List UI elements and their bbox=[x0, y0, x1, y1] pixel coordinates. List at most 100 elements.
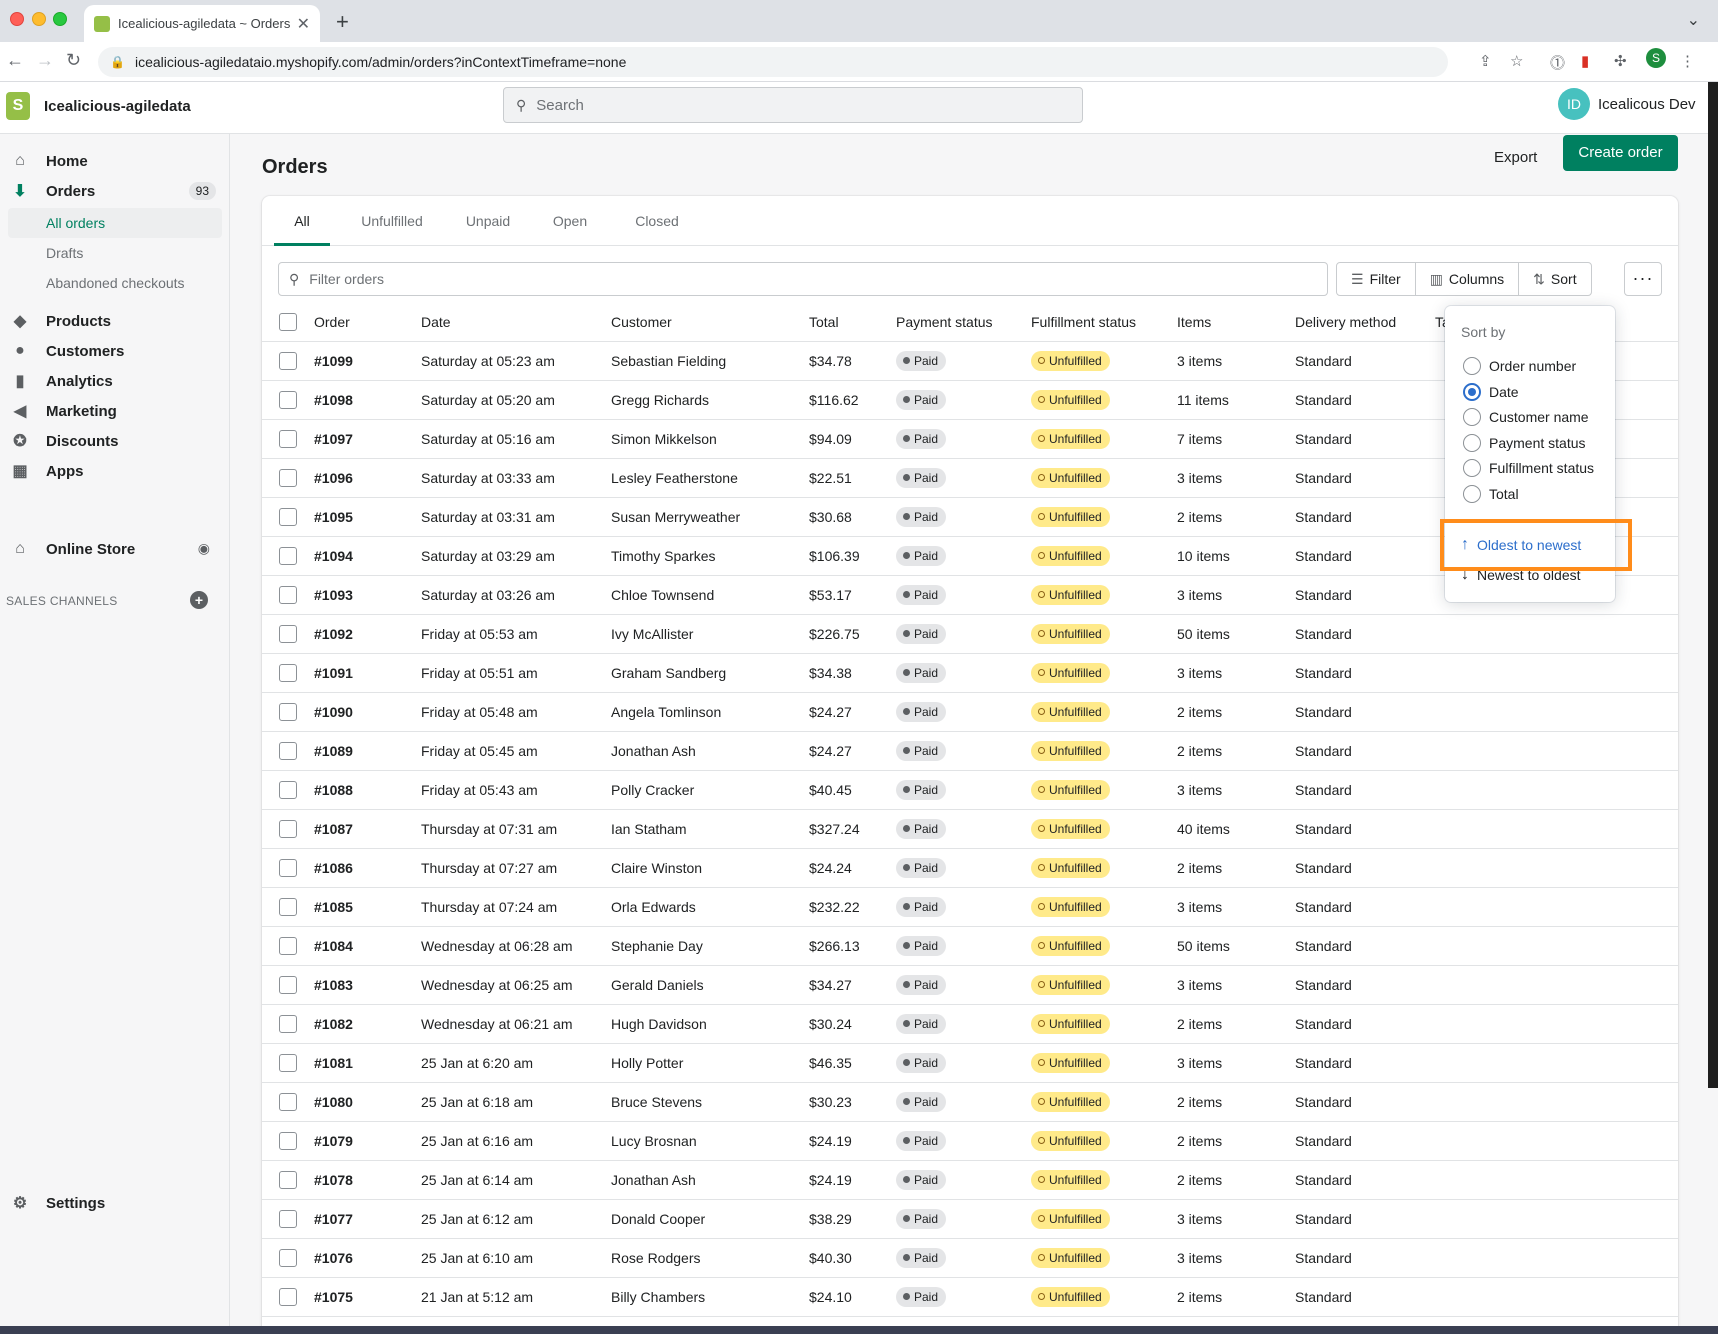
select-all-checkbox[interactable] bbox=[279, 313, 297, 331]
order-number[interactable]: #1078 bbox=[314, 1172, 353, 1188]
forward-arrow-icon[interactable]: → bbox=[36, 50, 54, 71]
url-field[interactable]: 🔒 icealicious-agiledataio.myshopify.com/… bbox=[98, 47, 1448, 77]
sort-option-label[interactable]: Payment status bbox=[1489, 435, 1586, 451]
back-arrow-icon[interactable]: ← bbox=[6, 50, 24, 71]
table-row[interactable]: #1091 Friday at 05:51 am Graham Sandberg $3… bbox=[262, 654, 1678, 693]
search-input[interactable]: ⚲ Search bbox=[503, 87, 1083, 123]
table-row[interactable]: #1075 21 Jan at 5:12 am Billy Chambers $24.… bbox=[262, 1278, 1678, 1317]
row-checkbox[interactable] bbox=[279, 586, 297, 604]
row-checkbox[interactable] bbox=[279, 547, 297, 565]
header-order[interactable]: Order bbox=[314, 314, 350, 330]
header-fulfillment-status[interactable]: Fulfillment status bbox=[1031, 314, 1136, 330]
sort-radio-payment-status[interactable] bbox=[1463, 433, 1481, 452]
password-extension-icon[interactable]: ⓵ bbox=[1550, 52, 1565, 73]
sort-radio-customer-name[interactable] bbox=[1463, 408, 1481, 426]
close-window-button[interactable] bbox=[10, 12, 24, 26]
bookmark-star-icon[interactable]: ☆ bbox=[1510, 52, 1523, 70]
row-checkbox[interactable] bbox=[279, 1015, 297, 1033]
order-number[interactable]: #1088 bbox=[314, 782, 353, 798]
order-number[interactable]: #1096 bbox=[314, 470, 353, 486]
tab-unfulfilled[interactable]: Unfulfilled bbox=[342, 196, 442, 246]
tab-all[interactable]: All bbox=[274, 196, 330, 246]
row-checkbox[interactable] bbox=[279, 508, 297, 526]
sort-radio-fulfillment-status[interactable] bbox=[1463, 459, 1481, 477]
order-number[interactable]: #1099 bbox=[314, 353, 353, 369]
table-row[interactable]: #1082 Wednesday at 06:21 am Hugh Davidson $… bbox=[262, 1005, 1678, 1044]
order-number[interactable]: #1090 bbox=[314, 704, 353, 720]
table-row[interactable]: #1084 Wednesday at 06:28 am Stephanie Day $… bbox=[262, 927, 1678, 966]
row-checkbox[interactable] bbox=[279, 391, 297, 409]
table-row[interactable]: #1090 Friday at 05:48 am Angela Tomlinson $… bbox=[262, 693, 1678, 732]
sidebar-item-apps[interactable]: ▦ Apps bbox=[0, 456, 230, 486]
sidebar-item-drafts[interactable]: Drafts bbox=[0, 238, 222, 268]
table-row[interactable]: #1083 Wednesday at 06:25 am Gerald Daniels… bbox=[262, 966, 1678, 1005]
sidebar-item-orders[interactable]: ⬇ Orders 93 bbox=[0, 176, 230, 206]
kebab-menu-icon[interactable]: ⋮ bbox=[1680, 52, 1695, 70]
export-button[interactable]: Export bbox=[1480, 140, 1551, 176]
filter-orders-input[interactable]: ⚲ Filter orders bbox=[278, 262, 1328, 296]
sidebar-item-all-orders[interactable]: All orders bbox=[8, 208, 222, 238]
extension-icon[interactable]: ▮ bbox=[1581, 52, 1589, 70]
table-row[interactable]: #1076 25 Jan at 6:10 am Rose Rodgers $40.30… bbox=[262, 1239, 1678, 1278]
order-number[interactable]: #1098 bbox=[314, 392, 353, 408]
row-checkbox[interactable] bbox=[279, 937, 297, 955]
row-checkbox[interactable] bbox=[279, 742, 297, 760]
order-number[interactable]: #1091 bbox=[314, 665, 353, 681]
sort-radio-date[interactable] bbox=[1463, 382, 1481, 401]
row-checkbox[interactable] bbox=[279, 976, 297, 994]
row-checkbox[interactable] bbox=[279, 1249, 297, 1267]
close-icon[interactable]: ✕ bbox=[297, 14, 310, 34]
table-row[interactable]: #1079 25 Jan at 6:16 am Lucy Brosnan $24.19… bbox=[262, 1122, 1678, 1161]
sidebar-item-settings[interactable]: ⚙ Settings bbox=[0, 1188, 230, 1218]
row-checkbox[interactable] bbox=[279, 664, 297, 682]
header-customer[interactable]: Customer bbox=[611, 314, 672, 330]
columns-button[interactable]: ▥ Columns bbox=[1416, 263, 1520, 295]
row-checkbox[interactable] bbox=[279, 352, 297, 370]
row-checkbox[interactable] bbox=[279, 1210, 297, 1228]
order-number[interactable]: #1077 bbox=[314, 1211, 353, 1227]
order-number[interactable]: #1089 bbox=[314, 743, 353, 759]
row-checkbox[interactable] bbox=[279, 1132, 297, 1150]
create-order-button[interactable]: Create order bbox=[1563, 135, 1678, 171]
header-items[interactable]: Items bbox=[1177, 314, 1211, 330]
add-channel-plus-icon[interactable]: + bbox=[190, 591, 208, 609]
share-icon[interactable]: ⇪ bbox=[1479, 52, 1492, 70]
order-number[interactable]: #1083 bbox=[314, 977, 353, 993]
table-row[interactable]: #1081 25 Jan at 6:20 am Holly Potter $46.35… bbox=[262, 1044, 1678, 1083]
tab-unpaid[interactable]: Unpaid bbox=[448, 196, 528, 246]
order-number[interactable]: #1084 bbox=[314, 938, 353, 954]
scrollbar[interactable] bbox=[1708, 82, 1718, 1088]
table-row[interactable]: #1085 Thursday at 07:24 am Orla Edwards $23… bbox=[262, 888, 1678, 927]
browser-tab[interactable]: Icealicious-agiledata ~ Orders ✕ bbox=[84, 5, 320, 42]
tab-closed[interactable]: Closed bbox=[612, 196, 702, 246]
order-number[interactable]: #1080 bbox=[314, 1094, 353, 1110]
row-checkbox[interactable] bbox=[279, 703, 297, 721]
new-tab-plus-icon[interactable]: + bbox=[336, 9, 349, 35]
row-checkbox[interactable] bbox=[279, 820, 297, 838]
header-total[interactable]: Total bbox=[809, 314, 839, 330]
table-row[interactable]: #1077 25 Jan at 6:12 am Donald Cooper $38.2… bbox=[262, 1200, 1678, 1239]
sort-button[interactable]: ⇅ Sort bbox=[1519, 263, 1590, 295]
row-checkbox[interactable] bbox=[279, 898, 297, 916]
header-delivery-method[interactable]: Delivery method bbox=[1295, 314, 1396, 330]
sidebar-item-products[interactable]: ◆ Products bbox=[0, 306, 230, 336]
order-number[interactable]: #1076 bbox=[314, 1250, 353, 1266]
sort-option-label[interactable]: Fulfillment status bbox=[1489, 460, 1594, 476]
sidebar-item-abandoned-checkouts[interactable]: Abandoned checkouts bbox=[0, 268, 222, 298]
sort-option-label[interactable]: Total bbox=[1489, 486, 1519, 502]
table-row[interactable]: #1086 Thursday at 07:27 am Claire Winston $… bbox=[262, 849, 1678, 888]
order-number[interactable]: #1093 bbox=[314, 587, 353, 603]
sidebar-item-analytics[interactable]: ▮ Analytics bbox=[0, 366, 230, 396]
sidebar-item-online-store[interactable]: ⌂ Online Store ◉ bbox=[0, 534, 230, 564]
user-avatar[interactable]: ID bbox=[1558, 88, 1590, 120]
order-number[interactable]: #1085 bbox=[314, 899, 353, 915]
order-number[interactable]: #1075 bbox=[314, 1289, 353, 1305]
minimize-window-button[interactable] bbox=[32, 12, 46, 26]
row-checkbox[interactable] bbox=[279, 781, 297, 799]
row-checkbox[interactable] bbox=[279, 1288, 297, 1306]
row-checkbox[interactable] bbox=[279, 1093, 297, 1111]
sort-radio-order-number[interactable] bbox=[1463, 357, 1481, 375]
more-actions-button[interactable]: ··· bbox=[1624, 262, 1662, 296]
maximize-window-button[interactable] bbox=[53, 12, 67, 26]
sort-option-label[interactable]: Date bbox=[1489, 384, 1519, 400]
